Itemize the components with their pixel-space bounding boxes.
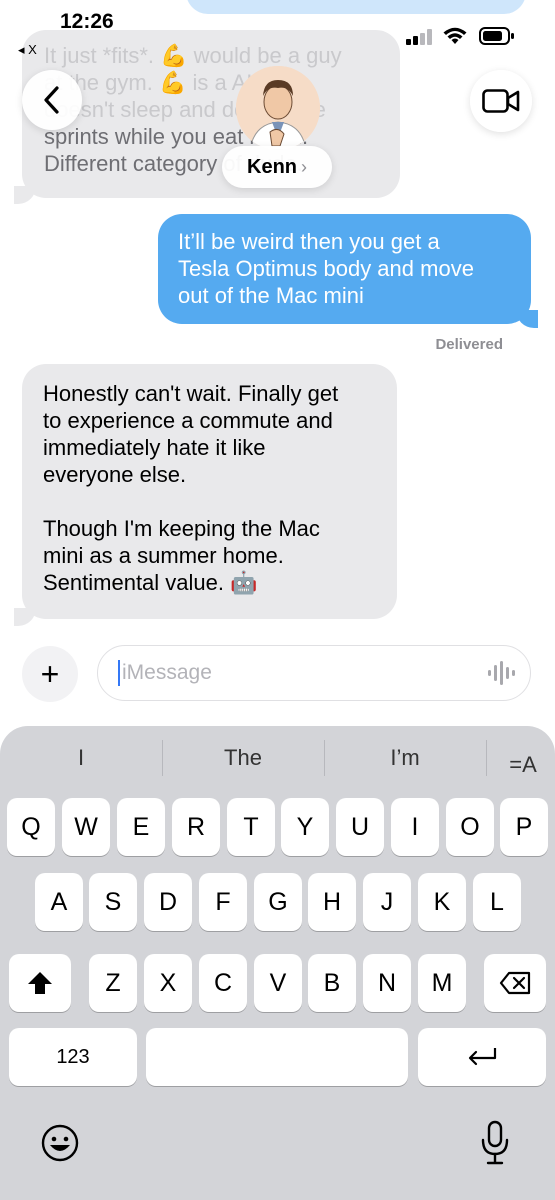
emoji-icon[interactable] xyxy=(40,1123,80,1163)
prediction-divider xyxy=(486,740,487,776)
chevron-right-icon: › xyxy=(301,156,307,177)
prediction-divider xyxy=(162,740,163,776)
key-n[interactable]: N xyxy=(363,954,411,1012)
message-input-placeholder: iMessage xyxy=(122,661,212,684)
video-call-button[interactable] xyxy=(470,70,532,132)
backspace-icon xyxy=(499,971,531,995)
prediction-1[interactable]: I xyxy=(20,745,142,771)
avatar-image xyxy=(236,66,320,150)
status-time: 12:26 xyxy=(60,10,114,33)
prediction-2[interactable]: The xyxy=(172,745,314,771)
back-to-app-link[interactable]: ◂ X xyxy=(18,42,37,58)
previous-sent-bubble xyxy=(186,0,526,14)
prediction-divider xyxy=(324,740,325,776)
key-v[interactable]: V xyxy=(254,954,302,1012)
message-input[interactable]: iMessage xyxy=(97,645,531,701)
cellular-signal-icon xyxy=(406,29,432,45)
chevron-left-icon xyxy=(44,86,59,114)
contact-name-button[interactable]: Kenn › xyxy=(222,146,332,188)
battery-icon xyxy=(479,27,514,45)
shift-key[interactable] xyxy=(9,954,71,1012)
key-q[interactable]: Q xyxy=(7,798,55,856)
key-t[interactable]: T xyxy=(227,798,275,856)
key-b[interactable]: B xyxy=(308,954,356,1012)
key-z[interactable]: Z xyxy=(89,954,137,1012)
key-a[interactable]: A xyxy=(35,873,83,931)
received-message[interactable]: Honestly can't wait. Finally get to expe… xyxy=(22,364,397,619)
text-caret xyxy=(118,660,120,686)
video-camera-icon xyxy=(482,89,520,113)
shift-arrow-icon xyxy=(28,972,52,994)
contact-name: Kenn xyxy=(247,155,297,178)
key-f[interactable]: F xyxy=(199,873,247,931)
bubble-tail xyxy=(14,186,36,204)
sent-message[interactable]: It’ll be weird then you get a Tesla Opti… xyxy=(158,214,531,324)
key-i[interactable]: I xyxy=(391,798,439,856)
prediction-3[interactable]: I’m xyxy=(334,745,476,771)
key-s[interactable]: S xyxy=(89,873,137,931)
key-p[interactable]: P xyxy=(500,798,548,856)
numbers-key[interactable]: 123 xyxy=(9,1028,137,1086)
message-line: sprints while you eat lunch. xyxy=(44,124,309,149)
key-h[interactable]: H xyxy=(308,873,356,931)
key-c[interactable]: C xyxy=(199,954,247,1012)
back-button[interactable] xyxy=(22,70,82,130)
bubble-tail xyxy=(516,310,538,328)
delete-key[interactable] xyxy=(484,954,546,1012)
return-arrow-icon xyxy=(468,1048,497,1066)
key-k[interactable]: K xyxy=(418,873,466,931)
audio-message-icon[interactable] xyxy=(486,658,516,688)
key-y[interactable]: Y xyxy=(281,798,329,856)
message-line: It just *fits*. 💪 would be a guy xyxy=(44,43,342,68)
add-attachment-button[interactable]: + xyxy=(22,646,78,702)
delivered-status: Delivered xyxy=(435,336,503,353)
key-u[interactable]: U xyxy=(336,798,384,856)
return-key[interactable] xyxy=(418,1028,546,1086)
space-key[interactable] xyxy=(146,1028,408,1086)
key-w[interactable]: W xyxy=(62,798,110,856)
key-x[interactable]: X xyxy=(144,954,192,1012)
key-d[interactable]: D xyxy=(144,873,192,931)
message-line: doesn't sleep and does three xyxy=(44,97,326,122)
key-o[interactable]: O xyxy=(446,798,494,856)
dictation-microphone-icon[interactable] xyxy=(480,1120,510,1166)
key-g[interactable]: G xyxy=(254,873,302,931)
key-r[interactable]: R xyxy=(172,798,220,856)
text-format-button[interactable]: =A xyxy=(500,752,546,778)
key-e[interactable]: E xyxy=(117,798,165,856)
message-line: at the gym. 💪 is a AI who xyxy=(44,70,299,95)
key-l[interactable]: L xyxy=(473,873,521,931)
contact-avatar[interactable] xyxy=(236,66,320,150)
wifi-icon xyxy=(443,27,467,44)
received-message-previous[interactable]: It just *fits*. 💪 would be a guy at the … xyxy=(22,30,400,198)
key-j[interactable]: J xyxy=(363,873,411,931)
key-m[interactable]: M xyxy=(418,954,466,1012)
bubble-tail xyxy=(14,608,36,626)
